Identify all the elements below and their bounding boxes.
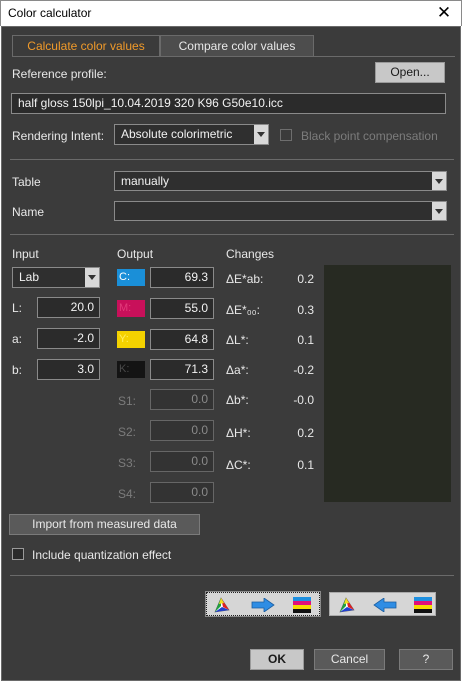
black-point-label: Black point compensation bbox=[301, 129, 438, 143]
reference-profile-label: Reference profile: bbox=[12, 67, 107, 81]
input-heading: Input bbox=[12, 247, 39, 261]
delta-c-value: 0.1 bbox=[297, 458, 314, 472]
table-select[interactable]: manually bbox=[114, 171, 447, 191]
spot-2-label: S2: bbox=[118, 425, 137, 439]
chevron-down-icon bbox=[432, 202, 446, 220]
changes-heading: Changes bbox=[226, 247, 275, 261]
rendering-intent-select[interactable]: Absolute colorimetric bbox=[114, 124, 269, 145]
help-button[interactable]: ? bbox=[399, 649, 453, 670]
title-bar: Color calculator ✕ bbox=[0, 0, 462, 26]
separator bbox=[10, 234, 454, 235]
tab-calculate[interactable]: Calculate color values bbox=[12, 35, 160, 57]
cancel-button[interactable]: Cancel bbox=[314, 649, 385, 670]
delta-e-00-label: ΔE*₀₀: bbox=[226, 303, 260, 317]
separator bbox=[10, 575, 454, 576]
tab-compare[interactable]: Compare color values bbox=[160, 35, 314, 57]
black-swatch: K: bbox=[117, 361, 145, 378]
output-m-field[interactable]: 55.0 bbox=[150, 298, 214, 319]
delta-b-value: -0.0 bbox=[293, 393, 314, 407]
spot-4-field[interactable]: 0.0 bbox=[150, 482, 214, 503]
delta-a-value: -0.2 bbox=[293, 363, 314, 377]
output-heading: Output bbox=[117, 247, 154, 261]
chevron-down-icon bbox=[432, 172, 446, 190]
window-title: Color calculator bbox=[8, 6, 92, 20]
delta-c-label: ΔC*: bbox=[226, 458, 251, 472]
color-gamut-icon bbox=[214, 597, 230, 613]
separator bbox=[10, 159, 454, 160]
input-mode-select[interactable]: Lab bbox=[12, 267, 100, 288]
name-label: Name bbox=[12, 205, 45, 219]
input-b-field[interactable]: 3.0 bbox=[37, 359, 100, 380]
close-icon[interactable]: ✕ bbox=[435, 3, 453, 23]
input-a-field[interactable]: -2.0 bbox=[37, 328, 100, 349]
delta-h-value: 0.2 bbox=[297, 426, 314, 440]
rendering-intent-label: Rendering Intent: bbox=[12, 129, 105, 143]
reference-profile-field[interactable]: half gloss 150lpi_10.04.2019 320 K96 G50… bbox=[11, 93, 446, 114]
import-measured-button[interactable]: Import from measured data bbox=[9, 514, 200, 535]
convert-cmyk-to-lab-button[interactable] bbox=[329, 592, 436, 616]
spot-3-label: S3: bbox=[118, 456, 137, 470]
cmyk-icon bbox=[293, 597, 311, 613]
quantization-checkbox[interactable] bbox=[12, 548, 24, 560]
output-y-field[interactable]: 64.8 bbox=[150, 329, 214, 350]
convert-lab-to-cmyk-button[interactable] bbox=[205, 591, 321, 617]
output-k-field[interactable]: 71.3 bbox=[150, 359, 214, 380]
spot-2-field[interactable]: 0.0 bbox=[150, 420, 214, 441]
cyan-swatch: C: bbox=[117, 269, 145, 286]
color-preview-panel bbox=[324, 265, 451, 502]
tab-divider bbox=[12, 56, 455, 57]
rendering-intent-value: Absolute colorimetric bbox=[121, 127, 233, 141]
delta-e-00-value: 0.3 bbox=[297, 303, 314, 317]
ok-button[interactable]: OK bbox=[250, 649, 304, 670]
yellow-swatch: Y: bbox=[117, 331, 145, 348]
color-gamut-icon bbox=[339, 597, 355, 613]
magenta-swatch: M: bbox=[117, 300, 145, 317]
cmyk-icon bbox=[414, 597, 432, 613]
spot-4-label: S4: bbox=[118, 487, 137, 501]
input-l-label: L: bbox=[12, 301, 23, 315]
spot-3-field[interactable]: 0.0 bbox=[150, 451, 214, 472]
output-c-field[interactable]: 69.3 bbox=[150, 267, 214, 288]
chevron-down-icon bbox=[254, 125, 268, 144]
delta-h-label: ΔH*: bbox=[226, 426, 251, 440]
input-a-label: a: bbox=[12, 332, 23, 346]
arrow-left-icon bbox=[373, 598, 397, 612]
open-button[interactable]: Open... bbox=[375, 62, 445, 83]
name-select[interactable] bbox=[114, 201, 447, 221]
table-label: Table bbox=[12, 175, 41, 189]
delta-a-label: Δa*: bbox=[226, 363, 249, 377]
table-value: manually bbox=[121, 174, 170, 188]
spot-1-field[interactable]: 0.0 bbox=[150, 389, 214, 410]
delta-l-value: 0.1 bbox=[297, 333, 314, 347]
input-mode-value: Lab bbox=[19, 270, 40, 284]
chevron-down-icon bbox=[85, 268, 99, 287]
delta-b-label: Δb*: bbox=[226, 393, 249, 407]
quantization-label: Include quantization effect bbox=[32, 548, 172, 562]
delta-l-label: ΔL*: bbox=[226, 333, 249, 347]
delta-e-ab-value: 0.2 bbox=[297, 272, 314, 286]
arrow-right-icon bbox=[251, 598, 275, 612]
black-point-checkbox[interactable] bbox=[280, 129, 292, 141]
input-b-label: b: bbox=[12, 363, 23, 377]
dialog-body: Calculate color values Compare color val… bbox=[1, 26, 461, 681]
spot-1-label: S1: bbox=[118, 394, 137, 408]
input-l-field[interactable]: 20.0 bbox=[37, 297, 100, 318]
delta-e-ab-label: ΔE*ab: bbox=[226, 272, 264, 286]
